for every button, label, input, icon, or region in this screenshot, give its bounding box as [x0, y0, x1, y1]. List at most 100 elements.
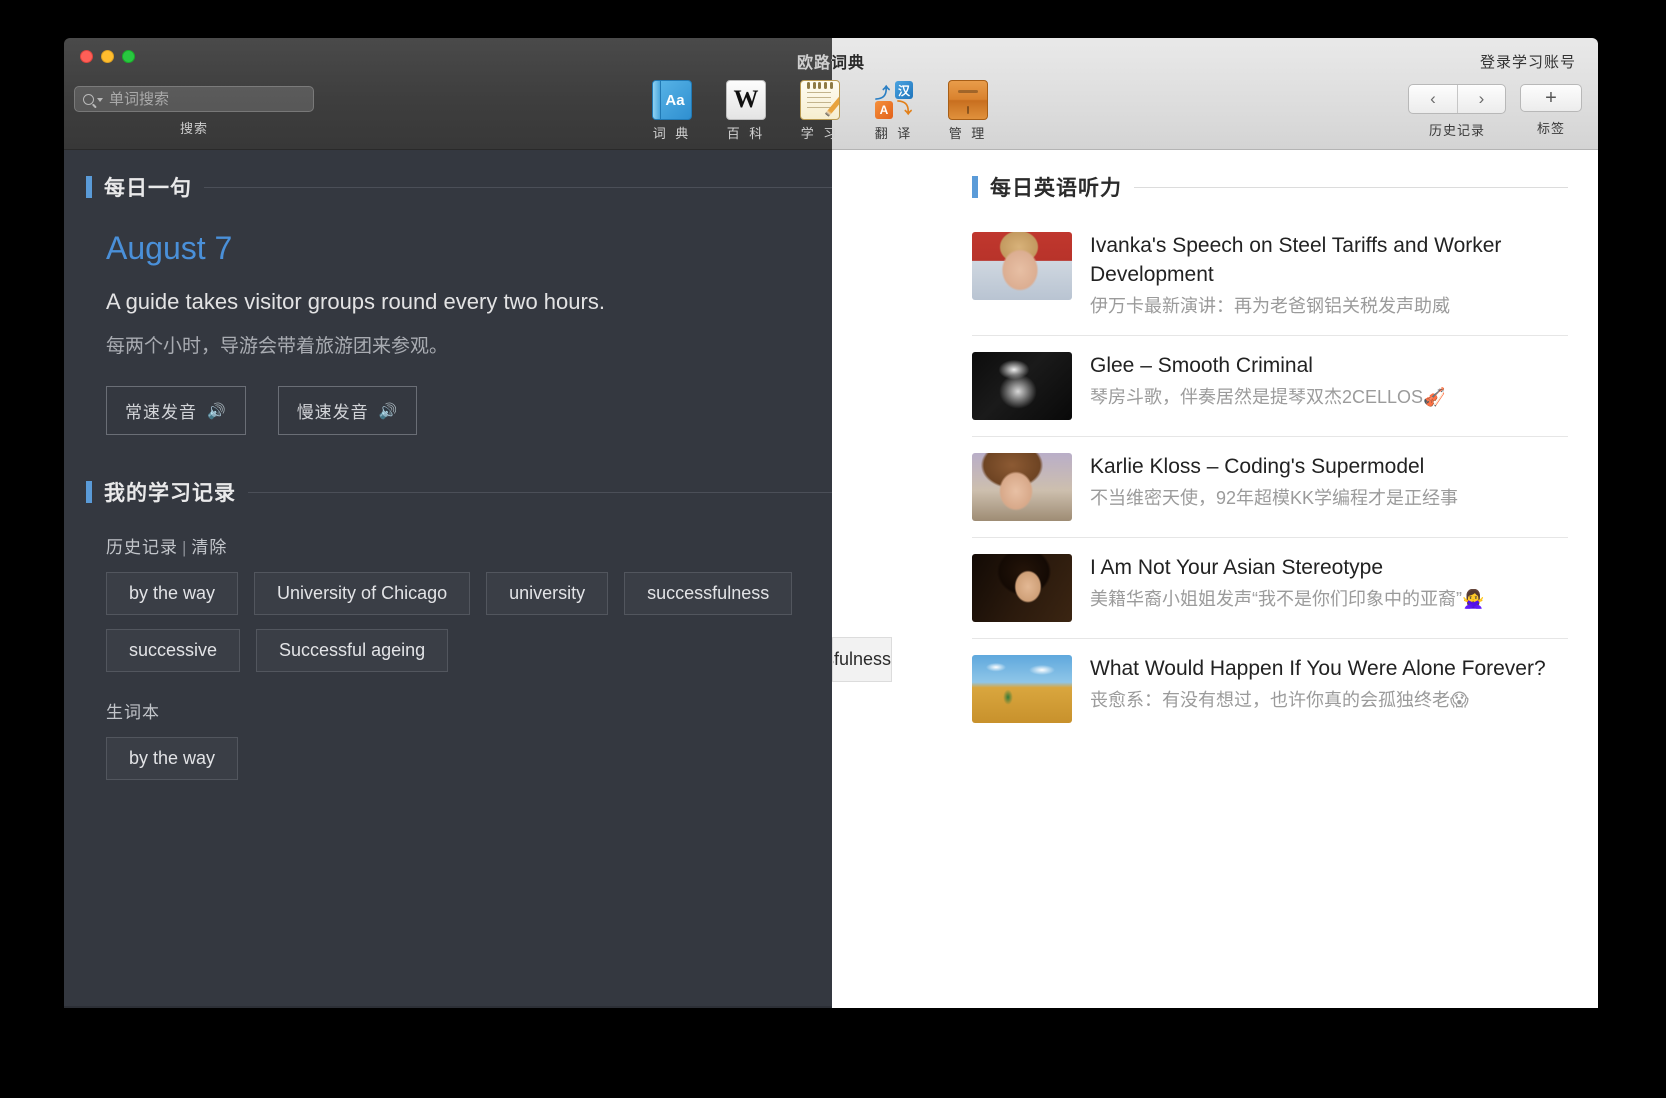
translate-arrow-right-icon: ⤵	[897, 97, 912, 118]
news-title[interactable]: What Would Happen If You Were Alone Fore…	[1090, 655, 1568, 684]
add-tab-button[interactable]: +	[1520, 84, 1582, 112]
news-description: 琴房斗歌，伴奏居然是提琴双杰2CELLOS🎻	[1090, 384, 1568, 410]
drawer-handle	[967, 106, 969, 114]
history-tag-hovered[interactable]: successfulness	[624, 572, 792, 615]
news-title[interactable]: Karlie Kloss – Coding's Supermodel	[1090, 453, 1568, 482]
notepad-rings	[806, 82, 834, 88]
section-accent-bar	[86, 176, 92, 198]
tab-add-group: + 标签	[1520, 84, 1582, 137]
section-accent-bar-2	[86, 481, 92, 503]
right-pane: successfulness 每日英语听力 Ivanka's Speech on…	[832, 150, 1598, 1008]
translate-latin-badge: A	[875, 101, 893, 119]
dictionary-icon-glyph: Aa	[665, 92, 684, 109]
wordbook-tag[interactable]: by the way	[106, 737, 238, 780]
news-item[interactable]: I Am Not Your Asian Stereotype 美籍华裔小姐姐发声…	[972, 538, 1568, 639]
news-title[interactable]: I Am Not Your Asian Stereotype	[1090, 554, 1568, 583]
news-text-block: Karlie Kloss – Coding's Supermodel 不当维密天…	[1090, 453, 1568, 521]
news-description: 美籍华裔小姐姐发声“我不是你们印象中的亚裔”🙅‍♀️	[1090, 586, 1568, 612]
daily-sentence-date: August 7	[106, 230, 832, 267]
translate-chinese-badge: 汉	[895, 81, 913, 99]
history-tag-row-1: by the way University of Chicago univers…	[106, 572, 832, 615]
window-titlebar: 欧路词典 欧路词典 登录学习账号 搜索 Aa 词 典 W	[64, 38, 1598, 150]
listening-section-divider	[1134, 187, 1568, 188]
toolbar-item-translate[interactable]: ⤴ ⤵ 汉 A 翻 译	[864, 80, 924, 142]
left-pane-content: 每日一句 August 7 A guide takes visitor grou…	[64, 150, 832, 780]
news-text-block: Glee – Smooth Criminal 琴房斗歌，伴奏居然是提琴双杰2CE…	[1090, 352, 1568, 420]
normal-speed-label: 常速发音	[125, 398, 197, 423]
study-record-title: 我的学习记录	[104, 477, 236, 507]
news-item[interactable]: Glee – Smooth Criminal 琴房斗歌，伴奏居然是提琴双杰2CE…	[972, 336, 1568, 437]
history-segmented-control[interactable]: ‹ ›	[1408, 84, 1506, 114]
history-tag-row-2: successive Successful ageing	[106, 629, 832, 672]
section-divider-2	[248, 492, 832, 493]
hovered-tag-bleed-text: successfulness	[832, 649, 891, 670]
daily-sentence-section-header: 每日一句	[64, 150, 832, 202]
listening-news-list: Ivanka's Speech on Steel Tariffs and Wor…	[972, 216, 1568, 739]
history-nav-label: 历史记录	[1408, 120, 1506, 139]
news-thumbnail	[972, 232, 1072, 300]
listening-section-title: 每日英语听力	[990, 172, 1122, 202]
daily-sentence-title: 每日一句	[104, 172, 192, 202]
toolbar-item-dictionary[interactable]: Aa 词 典	[642, 80, 702, 142]
toolbar-item-study-label: 学 习	[790, 123, 850, 142]
news-item[interactable]: Ivanka's Speech on Steel Tariffs and Wor…	[972, 216, 1568, 336]
sublabel-separator: |	[182, 538, 187, 557]
left-pane-bottom-edge	[64, 1006, 832, 1008]
toolbar-right-group: ‹ › 历史记录 + 标签	[1408, 84, 1582, 139]
history-tag[interactable]: University of Chicago	[254, 572, 470, 615]
news-title[interactable]: Ivanka's Speech on Steel Tariffs and Wor…	[1090, 232, 1568, 290]
history-link[interactable]: 历史记录	[106, 538, 178, 557]
news-description: 丧愈系：有没有想过，也许你真的会孤独终老😱	[1090, 687, 1568, 713]
listening-section-header: 每日英语听力	[832, 150, 1598, 202]
news-description: 伊万卡最新演讲：再为老爸钢铝关税发声助威	[1090, 293, 1568, 319]
toolbar-item-translate-label: 翻 译	[864, 123, 924, 142]
news-item[interactable]: What Would Happen If You Were Alone Fore…	[972, 639, 1568, 739]
news-description: 不当维密天使，92年超模KK学编程才是正经事	[1090, 485, 1568, 511]
listening-accent-bar	[972, 176, 978, 198]
slow-speed-play-button[interactable]: 慢速发音 🔊	[278, 386, 418, 435]
news-title[interactable]: Glee – Smooth Criminal	[1090, 352, 1568, 381]
toolbar-item-manage-label: 管 理	[938, 123, 998, 142]
study-record-section-header: 我的学习记录	[64, 435, 832, 507]
toolbar-item-wikipedia-label: 百 科	[716, 123, 776, 142]
toolbar-item-wikipedia[interactable]: W 百 科	[716, 80, 776, 142]
slow-speed-label: 慢速发音	[297, 398, 369, 423]
history-tag[interactable]: university	[486, 572, 608, 615]
speaker-waves-icon-slow: 🔊	[379, 402, 399, 420]
history-sublabel: 历史记录|清除	[106, 533, 832, 558]
normal-speed-play-button[interactable]: 常速发音 🔊	[106, 386, 246, 435]
right-pane-content: 每日英语听力 Ivanka's Speech on Steel Tariffs …	[832, 150, 1598, 739]
toolbar-item-manage[interactable]: 管 理	[938, 80, 998, 142]
toolbar-center-group: Aa 词 典 W 百 科 学 习 ⤴	[642, 80, 998, 142]
login-account-link[interactable]: 登录学习账号	[1480, 51, 1576, 72]
wikipedia-icon: W	[726, 80, 766, 120]
drawer-slot	[958, 90, 978, 93]
history-tag[interactable]: Successful ageing	[256, 629, 448, 672]
toolbar-item-dictionary-label: 词 典	[642, 123, 702, 142]
wikipedia-icon-glyph: W	[734, 86, 759, 114]
news-thumbnail	[972, 655, 1072, 723]
news-text-block: I Am Not Your Asian Stereotype 美籍华裔小姐姐发声…	[1090, 554, 1568, 622]
speaker-waves-icon: 🔊	[207, 402, 227, 420]
clear-history-link[interactable]: 清除	[191, 538, 227, 557]
search-box[interactable]	[74, 86, 314, 112]
hovered-tag-highlight-bleed[interactable]: successfulness	[832, 637, 892, 682]
news-item[interactable]: Karlie Kloss – Coding's Supermodel 不当维密天…	[972, 437, 1568, 538]
news-thumbnail	[972, 554, 1072, 622]
history-back-button[interactable]: ‹	[1409, 85, 1457, 113]
search-icon	[83, 94, 94, 105]
translate-arrow-left-icon: ⤴	[875, 82, 890, 103]
toolbar-item-study[interactable]: 学 习	[790, 80, 850, 142]
history-forward-button[interactable]: ›	[1457, 85, 1505, 113]
translate-icon: ⤴ ⤵ 汉 A	[874, 80, 914, 120]
pronunciation-buttons: 常速发音 🔊 慢速发音 🔊	[106, 386, 832, 435]
history-tag[interactable]: successive	[106, 629, 240, 672]
tab-add-label: 标签	[1520, 118, 1582, 137]
daily-sentence-english: A guide takes visitor groups round every…	[106, 289, 832, 315]
history-tag[interactable]: by the way	[106, 572, 238, 615]
search-field-wrapper[interactable]	[74, 86, 314, 112]
search-input[interactable]	[109, 91, 308, 108]
news-thumbnail	[972, 352, 1072, 420]
drawer-manage-icon	[948, 80, 988, 120]
chevron-down-icon[interactable]	[97, 98, 103, 102]
